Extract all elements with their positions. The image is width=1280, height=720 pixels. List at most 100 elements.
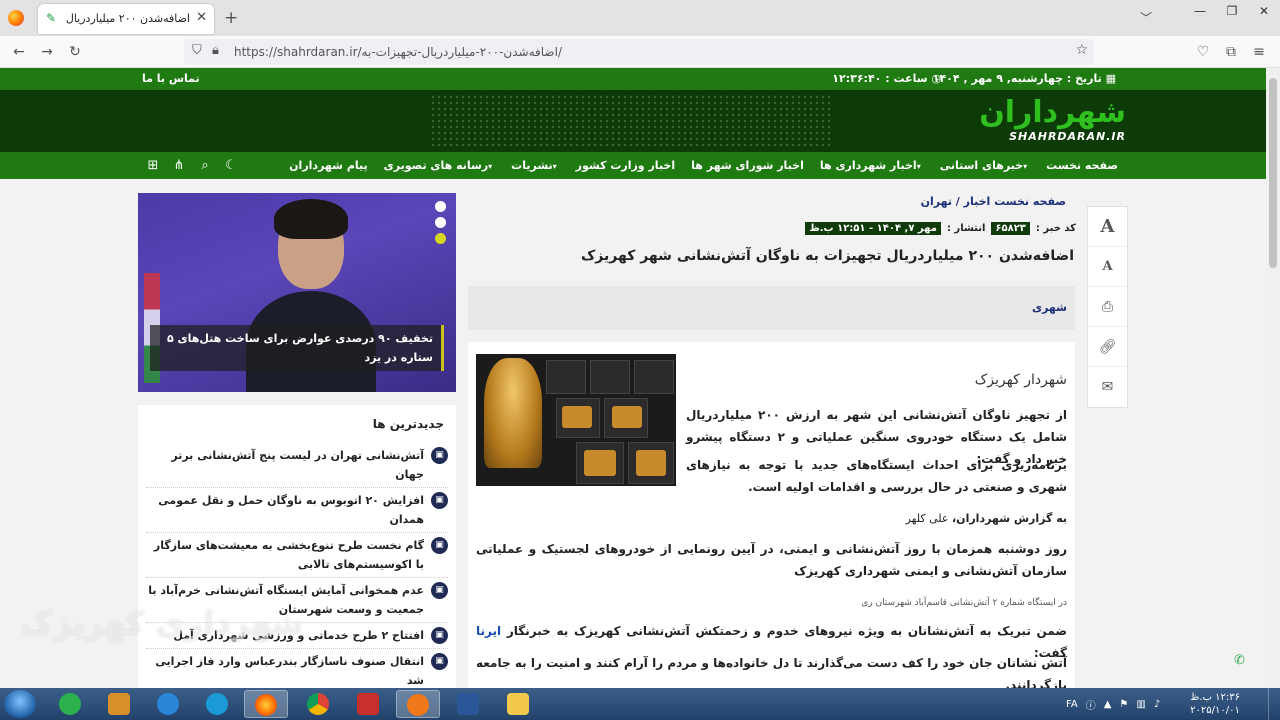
latest-news-item[interactable]: ▣ گام نخست طرح تنوع‌بخشی به معیشت‌های ساز…: [146, 533, 448, 578]
menu-item[interactable]: اخبار شهرداری ها▾: [820, 152, 924, 179]
chevron-down-icon[interactable]: ﹀: [1140, 9, 1152, 26]
report-line: به گزارش شهرداران، علی کلهر: [905, 512, 1067, 525]
taskbar-chat-app[interactable]: [396, 690, 440, 718]
site-logo[interactable]: شهرداران SHAHRDARAN.IR: [846, 96, 1126, 146]
article-meta: کد خبر : ۶۵۸۲۳ انتشار : مهر ۷, ۱۴۰۴ - ۱۲…: [805, 222, 1076, 235]
taskbar-ie-app[interactable]: [146, 690, 190, 718]
top-info-strip: ▦ تاریخ : چهارشنبه, ۹ مهر , ۱۴۰۴ ◷ ساعت …: [0, 68, 1266, 90]
article-title: اضافه‌شدن ۲۰۰ میلیاردریال تجهیزات به ناو…: [580, 248, 1074, 264]
watermark-logo: شهرداری کهریزک: [20, 604, 304, 642]
tab-title: اضافه‌شدن ۲۰۰ میلیاردریال تجهیزات: [64, 12, 190, 25]
reload-button[interactable]: ↻: [64, 42, 86, 62]
menu-item[interactable]: رسانه های تصویری▾: [384, 152, 496, 179]
publish-date: مهر ۷, ۱۴۰۴ - ۱۲:۵۱ ب.ظ: [805, 222, 941, 235]
close-tab-icon[interactable]: ✕: [196, 10, 207, 25]
browser-tab[interactable]: ✎ اضافه‌شدن ۲۰۰ میلیاردریال تجهیزات ✕: [38, 4, 214, 34]
slider-dot-active[interactable]: [435, 233, 446, 244]
menu-item[interactable]: پیام شهرداران: [289, 152, 367, 179]
slider-pager: [435, 201, 446, 244]
site-favicon-icon: ✎: [46, 11, 57, 25]
slider-dot[interactable]: [435, 201, 446, 212]
paragraph-5: آتش نشانان جان خود را کف دست می‌گذارند ت…: [476, 656, 1067, 688]
menu-item[interactable]: نشریات▾: [511, 152, 560, 179]
arrow-up-icon[interactable]: ▲: [1104, 699, 1112, 710]
latest-news-item[interactable]: ▣ انتقال صنوف ناسازگار بندرعباس وارد فاز …: [146, 649, 448, 688]
show-desktop-button[interactable]: [1268, 688, 1280, 720]
taskbar-explorer-app[interactable]: [496, 690, 540, 718]
taskbar-pdf-app[interactable]: [346, 690, 390, 718]
taskbar-firefox-app[interactable]: [244, 690, 288, 718]
extensions-icon[interactable]: ⧉: [1220, 42, 1242, 62]
menu-item[interactable]: خبرهای استانی▾: [940, 152, 1030, 179]
taskbar-word-app[interactable]: [446, 690, 490, 718]
flag-icon[interactable]: ⚑: [1119, 699, 1128, 710]
print-icon[interactable]: ⎙: [1088, 287, 1127, 327]
tab-bar: ✎ اضافه‌شدن ۲۰۰ میلیاردریال تجهیزات ✕ + …: [0, 0, 1280, 36]
current-date: ▦ تاریخ : چهارشنبه, ۹ مهر , ۱۴۰۴: [932, 72, 1116, 85]
paragraph-2: برنامه‌ریزی برای احداث ایستگاه‌های جدید …: [686, 458, 1067, 494]
new-tab-button[interactable]: +: [224, 8, 238, 28]
forward-button[interactable]: →: [36, 42, 58, 62]
featured-slider[interactable]: تخفیف ۹۰ درصدی عوارض برای ساخت هتل‌های ۵…: [138, 193, 456, 392]
close-window-button[interactable]: ✕: [1244, 0, 1280, 24]
scrollbar-thumb[interactable]: [1269, 78, 1277, 268]
browser-toolbar: ← → ↻ ⛉ 🔒︎ https://shahrdaran.ir/اضافه‌ش…: [0, 36, 1280, 68]
news-camera-icon: ▣: [431, 492, 448, 509]
chevron-down-icon: ▾: [916, 162, 921, 171]
menu-item[interactable]: اخبار شورای شهر ها: [691, 152, 804, 179]
news-camera-icon: ▣: [431, 447, 448, 464]
firefox-icon[interactable]: [8, 10, 24, 26]
irna-link[interactable]: ایرنا: [476, 624, 501, 638]
dark-mode-icon[interactable]: ☾: [224, 152, 238, 179]
volume-icon[interactable]: ♪: [1154, 699, 1160, 710]
chevron-down-icon: ▾: [1023, 162, 1028, 171]
taskbar-edge-app[interactable]: [195, 690, 239, 718]
article-subtitle: شهردار کهریزک: [974, 372, 1067, 388]
chevron-down-icon: ▾: [488, 162, 493, 171]
taskbar-media-app[interactable]: [97, 690, 141, 718]
contact-link[interactable]: تماس با ما: [142, 72, 200, 85]
paragraph-3: روز دوشنبه همزمان با روز آتش‌نشانی و ایم…: [476, 542, 1067, 578]
font-decrease-button[interactable]: A: [1088, 247, 1127, 287]
chevron-down-icon: ▾: [552, 162, 557, 171]
breadcrumb[interactable]: صفحه نخست اخبار / تهران: [921, 195, 1066, 208]
share-icon[interactable]: ⋔: [172, 152, 186, 179]
featured-caption[interactable]: تخفیف ۹۰ درصدی عوارض برای ساخت هتل‌های ۵…: [150, 325, 444, 371]
site-header: شهرداران SHAHRDARAN.IR: [0, 90, 1266, 152]
latest-news-item[interactable]: ▣ افزایش ۲۰ اتوبوس به ناوگان حمل و نقل عم…: [146, 488, 448, 533]
whatsapp-icon[interactable]: ✆: [1234, 653, 1245, 668]
search-icon[interactable]: ⌕: [198, 152, 212, 179]
menu-item[interactable]: اخبار وزارت کشور: [576, 152, 675, 179]
language-indicator[interactable]: FA: [1066, 699, 1078, 710]
help-icon[interactable]: ⓘ: [1086, 697, 1096, 712]
shield-icon[interactable]: ⛉: [192, 43, 202, 58]
pocket-icon[interactable]: ♡: [1192, 42, 1214, 62]
bookmark-star-icon[interactable]: ☆: [1075, 42, 1088, 58]
back-button[interactable]: ←: [8, 42, 30, 62]
latest-news-title: جدیدترین ها: [372, 417, 444, 431]
menu-icon[interactable]: ≡: [1248, 42, 1270, 62]
address-bar[interactable]: ⛉ 🔒︎ https://shahrdaran.ir/اضافه‌شدن-۲۰۰…: [184, 39, 1094, 65]
taskbar-clock[interactable]: ۱۲:۳۶ ب.ظ ۲۰۲۵/۱۰/۰۱: [1190, 691, 1240, 717]
web-page: ▦ تاریخ : چهارشنبه, ۹ مهر , ۱۴۰۴ ◷ ساعت …: [0, 68, 1266, 688]
start-button[interactable]: [4, 690, 36, 718]
link-icon[interactable]: 🔗︎: [1088, 327, 1127, 367]
menu-item[interactable]: صفحه نخست: [1046, 152, 1118, 179]
latest-news: جدیدترین ها ▣ آتش‌نشانی تهران در لیست پنج…: [138, 405, 456, 688]
reporter-name: علی کلهر: [905, 512, 949, 525]
system-tray: FA ⓘ ▲ ⚑ ▥ ♪: [1066, 688, 1160, 720]
taskbar-chrome-app[interactable]: [296, 690, 340, 718]
slider-dot[interactable]: [435, 217, 446, 228]
page-scrollbar[interactable]: [1266, 68, 1280, 688]
url-text[interactable]: https://shahrdaran.ir/اضافه‌شدن-۲۰۰-میلی…: [234, 45, 562, 59]
taskbar-shield-app[interactable]: [48, 690, 92, 718]
news-code: ۶۵۸۲۳: [991, 222, 1030, 235]
sitemap-icon[interactable]: ⊞: [146, 152, 160, 179]
email-icon[interactable]: ✉: [1088, 367, 1127, 407]
network-icon[interactable]: ▥: [1136, 699, 1145, 710]
font-increase-button[interactable]: A: [1088, 207, 1127, 247]
category-link[interactable]: شهری: [1032, 301, 1067, 314]
current-time: ◷ ساعت : ۱۲:۳۶:۴۰: [832, 72, 941, 85]
latest-news-item[interactable]: ▣ آتش‌نشانی تهران در لیست پنج آتش‌نشانی ب…: [146, 443, 448, 488]
lock-icon[interactable]: 🔒︎: [212, 43, 219, 58]
